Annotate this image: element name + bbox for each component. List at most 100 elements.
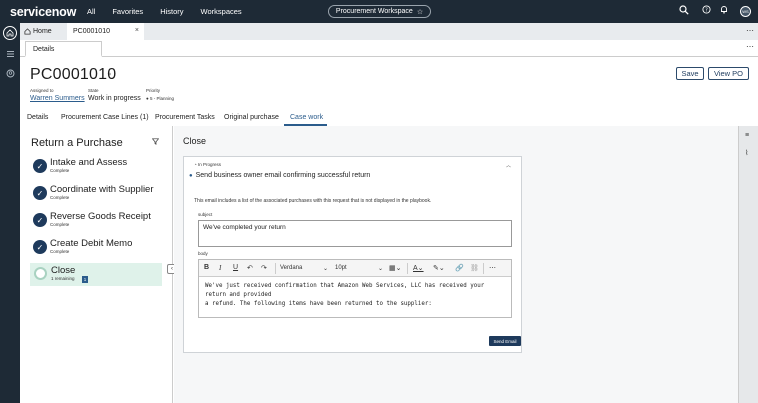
font-size-select[interactable]: 10pt ⌄	[333, 263, 385, 273]
step-title: Close	[51, 265, 76, 276]
tab-case[interactable]: PC0001010 ×	[67, 23, 144, 40]
table-icon[interactable]: ▦⌄	[389, 264, 401, 272]
help-icon[interactable]: ?	[702, 5, 711, 16]
send-email-button[interactable]: Send Email	[489, 336, 521, 346]
chevron-down-icon: ⌄	[377, 265, 383, 272]
tab-original-purchase[interactable]: Original purchase	[224, 114, 279, 121]
check-icon: ✓	[33, 213, 47, 227]
link-icon[interactable]: 🔗	[455, 264, 464, 272]
priority-value: ● 5 - Planning	[146, 96, 174, 101]
home-icon	[24, 28, 31, 35]
step-title: Intake and Assess	[50, 157, 128, 168]
remaining-badge: 1	[82, 276, 88, 283]
step-status: Complete	[50, 249, 70, 254]
assigned-label: Assigned to	[30, 88, 54, 93]
priority-label: Priority	[146, 88, 161, 93]
close-icon[interactable]: ×	[135, 27, 139, 34]
save-button[interactable]: Save	[676, 67, 704, 80]
state-label: State	[88, 88, 99, 93]
main-panel: Close ◔ In Progress ︿ ● Send business own…	[174, 126, 738, 403]
workspace-tabstrip: Home PC0001010 × ⋯	[20, 23, 758, 40]
star-icon[interactable]: ☆	[417, 8, 423, 16]
tab-home-label: Home	[33, 28, 52, 35]
redo-icon[interactable]: ↷	[261, 264, 267, 272]
editor-toolbar: B I U ↶ ↷ Verdana⌄ 10pt⌄ ▦⌄ A⌄ ✎⌄ 🔗 ⛓	[199, 260, 511, 277]
svg-text:?: ?	[705, 7, 708, 13]
tag-icon[interactable]: ⬫	[109, 71, 111, 79]
list-icon[interactable]: ≡	[745, 132, 749, 139]
check-icon: ✓	[33, 186, 47, 200]
state-value: Work in progress	[88, 95, 141, 102]
step-status: Complete	[50, 222, 70, 227]
tab-case-lines[interactable]: Procurement Case Lines (1)	[61, 114, 149, 121]
bell-icon[interactable]	[720, 5, 728, 16]
step-title: Reverse Goods Receipt	[50, 211, 151, 222]
section-heading: Close	[183, 136, 207, 146]
rich-text-editor[interactable]: B I U ↶ ↷ Verdana⌄ 10pt⌄ ▦⌄ A⌄ ✎⌄ 🔗 ⛓	[198, 259, 512, 318]
chevron-up-icon[interactable]: ︿	[506, 162, 511, 169]
tab-home[interactable]: Home	[24, 28, 52, 35]
more-options-icon[interactable]: ⋯	[489, 264, 496, 272]
subject-label: subject	[198, 212, 213, 217]
tab-details-form[interactable]: Details	[27, 114, 48, 121]
view-po-button[interactable]: View PO	[708, 67, 749, 80]
nav-favorites[interactable]: Favorites	[112, 7, 143, 16]
search-icon[interactable]	[679, 5, 689, 17]
step-status: Complete	[50, 168, 70, 173]
email-body[interactable]: We've just received confirmation that Am…	[205, 282, 505, 309]
top-navigation: servicenow All Favorites History Workspa…	[0, 0, 758, 23]
step-remaining: 1 remaining	[51, 276, 75, 281]
servicenow-logo[interactable]: servicenow	[10, 5, 78, 19]
subtab-bar: Details ⋯	[20, 40, 758, 57]
playbook-title: Return a Purchase	[31, 137, 123, 149]
filter-icon[interactable]	[151, 138, 160, 147]
globe-icon[interactable]	[3, 66, 17, 80]
nav-workspaces[interactable]: Workspaces	[201, 7, 242, 16]
status-badge: ◔ In Progress	[194, 162, 221, 167]
playbook-step-active[interactable]: Close 1 remaining 1	[30, 263, 162, 286]
toolbar-divider	[483, 263, 484, 274]
nav-history[interactable]: History	[160, 7, 183, 16]
font-family-select[interactable]: Verdana ⌄	[278, 263, 330, 273]
page-title: PC0001010	[30, 66, 117, 83]
undo-icon[interactable]: ↶	[247, 264, 253, 272]
body-label: body	[198, 251, 208, 256]
italic-icon[interactable]: I	[219, 264, 221, 272]
bold-icon[interactable]: B	[204, 264, 209, 271]
user-avatar[interactable]: WS	[740, 6, 751, 17]
tab-procurement-tasks[interactable]: Procurement Tasks	[155, 114, 215, 121]
home-icon[interactable]	[3, 26, 17, 40]
right-rail: ≡ ⌇	[738, 126, 758, 403]
attachment-icon[interactable]: ⌇	[745, 149, 748, 157]
toolbar-divider	[407, 263, 408, 274]
subject-field[interactable]: We've completed your return	[198, 220, 512, 247]
tab-case-label: PC0001010	[73, 28, 110, 35]
case-tabs: Details Procurement Case Lines (1) Procu…	[20, 110, 738, 126]
task-card: ◔ In Progress ︿ ● Send business owner ema…	[183, 156, 522, 353]
left-rail	[0, 23, 20, 403]
tab-case-work[interactable]: Case work	[290, 114, 323, 121]
list-icon[interactable]	[3, 47, 17, 61]
tab-details[interactable]: Details	[25, 41, 102, 57]
highlight-icon[interactable]: ✎⌄	[433, 264, 445, 272]
step-title: Coordinate with Supplier	[50, 184, 154, 195]
more-icon[interactable]: ⋯	[746, 26, 754, 35]
playbook-panel: Return a Purchase ✓ Intake and Assess Co…	[20, 126, 173, 403]
step-status: Complete	[50, 195, 70, 200]
workspace-pill[interactable]: Procurement Workspace ☆	[328, 5, 431, 18]
assigned-value[interactable]: Warren Summers	[30, 95, 85, 102]
underline-icon[interactable]: U	[233, 264, 238, 271]
task-description: This email includes a list of the associ…	[194, 198, 432, 204]
more-icon[interactable]: ⋯	[746, 42, 754, 51]
task-title: ● Send business owner email confirming su…	[189, 172, 371, 179]
nav-all[interactable]: All	[87, 7, 95, 16]
check-icon: ✓	[33, 240, 47, 254]
in-progress-icon: ◔	[194, 162, 197, 167]
workspace-pill-label: Procurement Workspace	[335, 8, 413, 15]
toolbar-divider	[275, 263, 276, 274]
check-icon: ✓	[33, 159, 47, 173]
progress-ring-icon	[34, 267, 47, 280]
dot-icon: ●	[189, 173, 193, 179]
text-color-icon[interactable]: A⌄	[413, 264, 424, 272]
unlink-icon[interactable]: ⛓	[470, 264, 479, 272]
